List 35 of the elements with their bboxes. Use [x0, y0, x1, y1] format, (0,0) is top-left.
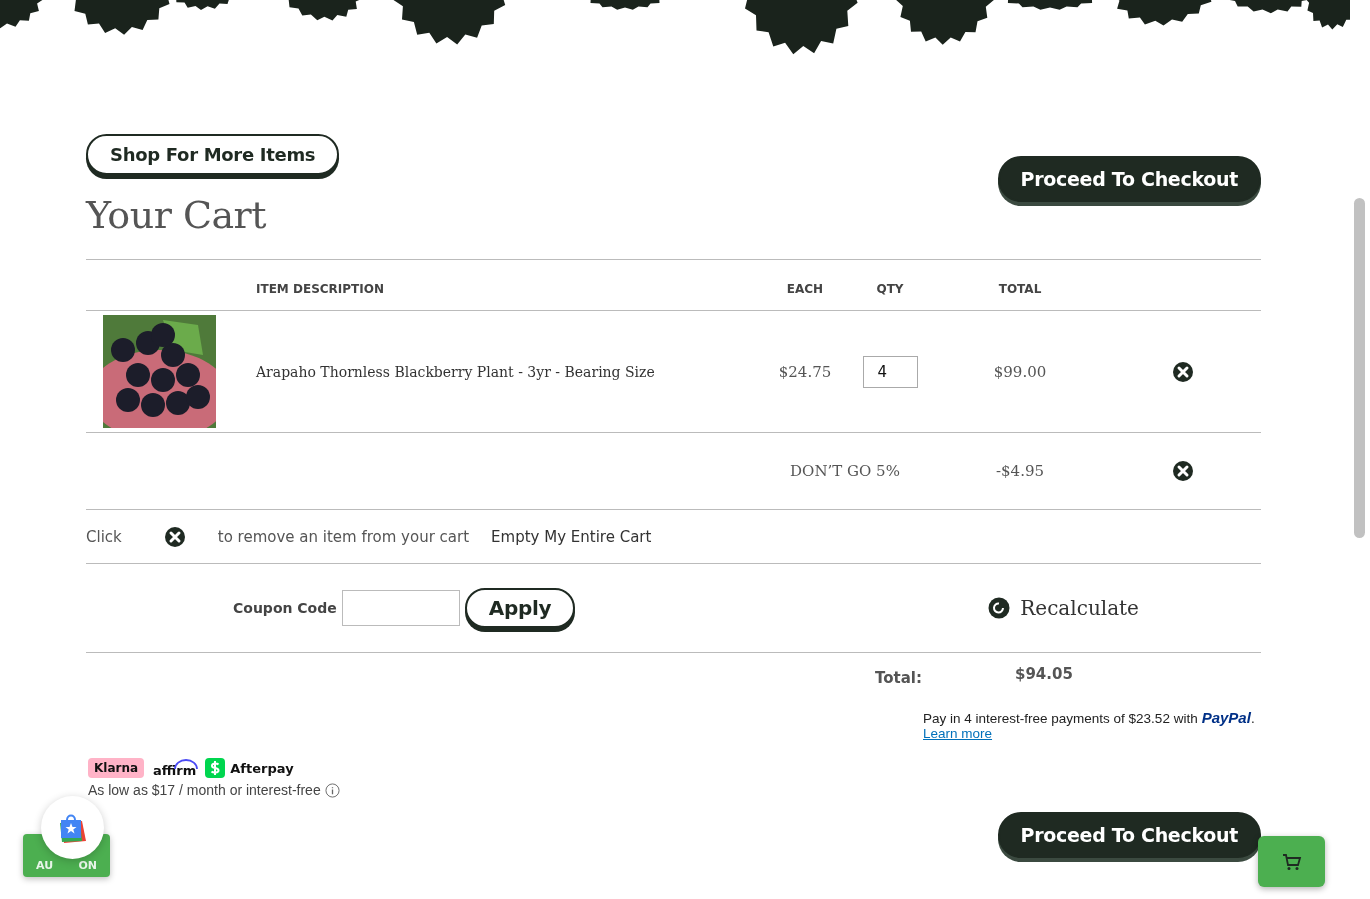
coupon-field[interactable] [341, 590, 460, 626]
cart-button[interactable] [1258, 836, 1325, 887]
column-header: QTY [876, 281, 904, 296]
learn-more-link[interactable]: Learn more [923, 726, 993, 741]
quantity-field[interactable]: 4 [862, 355, 918, 388]
coupon-label: Coupon Code [233, 600, 337, 616]
paypal-message: Pay in 4 interest-free payments of $23.52 with [923, 711, 1198, 726]
hint-text: to remove an item from your cart [217, 527, 470, 546]
discount-label: DON’T GO 5% [790, 462, 900, 480]
item-description: Arapaho Thornless Blackberry Plant - 3yr - Bearing Size [256, 363, 656, 380]
remove-icon[interactable] [1171, 460, 1194, 482]
column-header: EACH [786, 281, 824, 296]
remove-icon[interactable] [1171, 360, 1194, 383]
remove-icon [163, 525, 186, 548]
hint-text: Click [86, 527, 122, 546]
affirm-logo: affirm [153, 758, 197, 778]
info-icon[interactable] [324, 782, 340, 798]
empty-cart-link[interactable]: Empty My Entire Cart [491, 527, 652, 546]
klarna-logo: Klarna [88, 758, 145, 778]
total-label: Total: [875, 668, 923, 687]
page-title: Your Cart [86, 193, 267, 237]
afterpay-logo: Afterpay [230, 760, 294, 776]
cart-icon [1281, 852, 1302, 871]
column-header: TOTAL [998, 281, 1042, 296]
item-total: $99.00 [993, 362, 1047, 381]
discount-amount: -$4.95 [996, 462, 1044, 480]
refresh-icon [988, 597, 1011, 619]
total-value: $94.05 [1015, 665, 1073, 683]
item-price: $24.75 [778, 362, 832, 381]
financing-note: As low as $17 / month or interest-free [88, 782, 321, 798]
paypal-message: . [1250, 711, 1255, 726]
cash-app-icon [205, 758, 226, 778]
paypal-logo: PayPal [1201, 709, 1251, 726]
column-header: ITEM DESCRIPTION [256, 281, 384, 296]
recalculate-button[interactable]: Recalculate [988, 596, 1139, 620]
